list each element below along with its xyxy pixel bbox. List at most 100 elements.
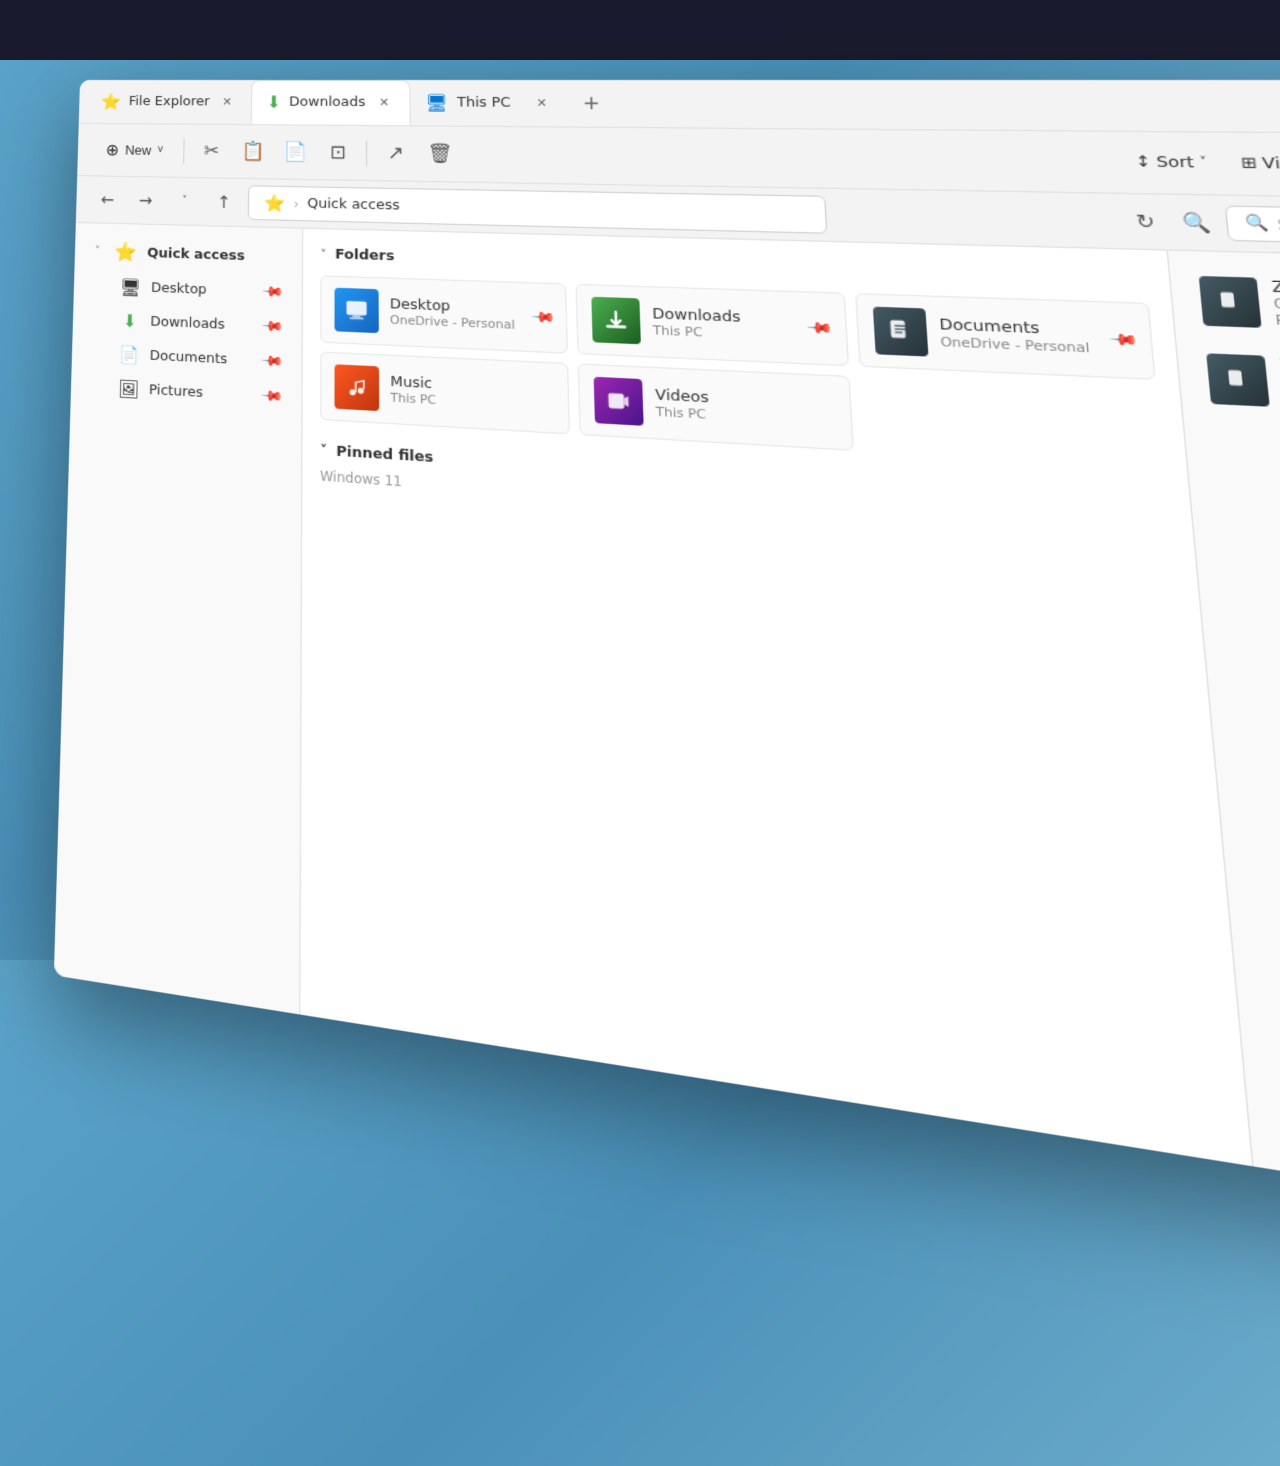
sidebar-indent [94,286,110,287]
desktop-pin-icon: 📌 [260,281,284,305]
sidebar-quick-access-header[interactable]: ˅ ⭐ Quick access [78,234,297,275]
view-icon: ⊞ [1240,155,1258,173]
folder-downloads-pin: 📌 [805,315,833,341]
new-tab-button[interactable]: + [572,86,610,121]
folder-videos-info: Videos This PC [655,387,710,423]
folder-music-location: This PC [390,390,436,407]
sort-icon: ↕ [1135,153,1152,171]
folder-documents-pin: 📌 [1107,326,1138,353]
explorer-window: ⭐ File Explorer ✕ ⬇ Downloads ✕ 🖥 This P… [54,80,1280,1236]
new-button-label: New [125,142,152,158]
folder-downloads-info: Downloads This PC [652,306,742,342]
top-bar [0,0,1280,60]
documents-icon: 📄 [119,344,140,365]
tab-this-pc[interactable]: 🖥 This PC ✕ [410,80,569,127]
address-bar-star-icon: ⭐ [264,193,285,213]
new-button-plus-icon: ⊕ [105,140,119,160]
sidebar-quick-access-label: Quick access [147,246,245,265]
address-bar[interactable]: ⭐ › Quick access [248,185,828,234]
tab-this-pc-label: This PC [457,95,511,111]
tab-downloads[interactable]: ⬇ Downloads ✕ [251,80,411,125]
sidebar-desktop-label: Desktop [151,280,207,298]
folder-downloads-icon [592,297,642,345]
file-entry-1[interactable]: Zac Bowden's One... OneDrive - Personal … [1186,266,1280,349]
sort-button[interactable]: ↕ Sort ˅ [1120,146,1222,180]
folder-videos-icon [594,377,644,426]
quick-access-star-icon: ⭐ [114,241,137,264]
tab-downloads-label: Downloads [289,94,365,110]
folder-videos[interactable]: Videos This PC [578,363,853,450]
back-button[interactable]: ← [92,184,123,215]
folder-downloads-location: This PC [653,323,742,342]
pictures-pin-icon: 📌 [259,385,283,409]
toolbar-sep-2 [366,140,367,165]
up-button[interactable]: ↑ [208,186,240,218]
folder-documents-icon [872,307,928,357]
search-box-icon: 🔍 [1244,214,1269,233]
sidebar-indent [93,319,109,320]
downloads-pin-icon: 📌 [260,315,284,339]
folder-documents-info: Documents OneDrive - Personal [939,316,1091,356]
folders-section-label: Folders [335,247,395,265]
up-icon: ↑ [217,192,231,212]
nav-search-button[interactable]: 🔍 [1173,204,1219,242]
sidebar-quick-access-chevron: ˅ [95,246,100,258]
forward-button[interactable]: → [130,185,161,217]
folder-desktop-info: Desktop OneDrive - Personal [390,296,515,332]
refresh-button[interactable]: ↻ [1123,203,1168,240]
dropdown-icon: ˅ [182,195,187,207]
forward-icon: → [139,190,153,210]
tab-this-pc-icon: 🖥 [426,93,449,113]
address-bar-path: Quick access [307,196,399,214]
search-box[interactable]: 🔍 Search Qu... [1225,205,1280,248]
sidebar-indent [92,353,108,354]
sidebar-downloads-label: Downloads [150,314,225,333]
search-box-placeholder: Search Qu... [1276,216,1280,236]
folder-documents[interactable]: Documents OneDrive - Personal 📌 [855,293,1156,380]
nav-right: ↻ 🔍 🔍 Search Qu... [1123,203,1280,249]
share-button[interactable]: ↗ [376,134,416,173]
tab-this-pc-close[interactable]: ✕ [531,93,552,112]
sidebar: ˅ ⭐ Quick access 🖥 Desktop 📌 ⬇ Downloads [54,223,303,1015]
new-button-chevron: ˅ [157,145,163,156]
folder-downloads[interactable]: Downloads This PC 📌 [576,284,849,367]
address-bar-chevron-icon: › [294,196,299,211]
file-entry-2[interactable]: Zac Bowden's One... OneDrive - Personal … [1194,343,1280,431]
rename-button[interactable]: ⊡ [319,133,358,171]
tab-file-explorer-close[interactable]: ✕ [218,93,237,111]
paste-button[interactable]: 📄 [276,133,314,171]
refresh-icon: ↻ [1135,210,1156,233]
pictures-icon: 🖼 [118,378,139,399]
downloads-icon: ⬇ [119,311,140,332]
view-button[interactable]: ⊞ View ˅ [1225,147,1280,181]
desktop-icon: 🖥 [120,277,141,298]
tab-file-explorer-icon: ⭐ [101,92,121,111]
folder-videos-location: This PC [656,404,710,422]
back-icon: ← [100,190,114,210]
view-label: View [1261,155,1280,174]
documents-pin-icon: 📌 [259,350,283,374]
folder-music[interactable]: Music This PC [320,351,570,434]
perspective-wrapper: ⭐ File Explorer ✕ ⬇ Downloads ✕ 🖥 This P… [50,80,1280,1466]
file-1-details: Zac Bowden's One... OneDrive - Personal [1271,278,1280,332]
new-button[interactable]: ⊕ New ˅ [93,133,175,167]
sidebar-quick-access-section: ˅ ⭐ Quick access 🖥 Desktop 📌 ⬇ Downloads [70,231,302,419]
folders-grid: Desktop OneDrive - Personal 📌 [320,275,1164,469]
delete-button[interactable]: 🗑 [420,134,461,173]
toolbar-right: ↕ Sort ˅ ⊞ View ˅ ⚗ Filter ˅ ··· [1120,141,1280,190]
file-1-subtitle: OneDrive - Personal [1273,296,1280,332]
file-1-icon [1199,276,1262,328]
dropdown-button[interactable]: ˅ [169,185,200,217]
folder-desktop[interactable]: Desktop OneDrive - Personal 📌 [320,275,568,353]
tab-file-explorer-label: File Explorer [129,94,210,109]
main-pane: ˅ Folders [300,229,1252,1167]
toolbar-sep-1 [183,138,184,163]
tab-downloads-close[interactable]: ✕ [374,93,394,112]
pinned-files-label: Pinned files [336,443,433,466]
cut-button[interactable]: ✂ [193,132,231,170]
folder-music-info: Music This PC [390,374,436,408]
folder-desktop-pin: 📌 [530,305,556,330]
tab-file-explorer[interactable]: ⭐ File Explorer ✕ [87,80,252,124]
copy-button[interactable]: 📋 [234,133,272,171]
sidebar-pictures-label: Pictures [149,382,203,401]
